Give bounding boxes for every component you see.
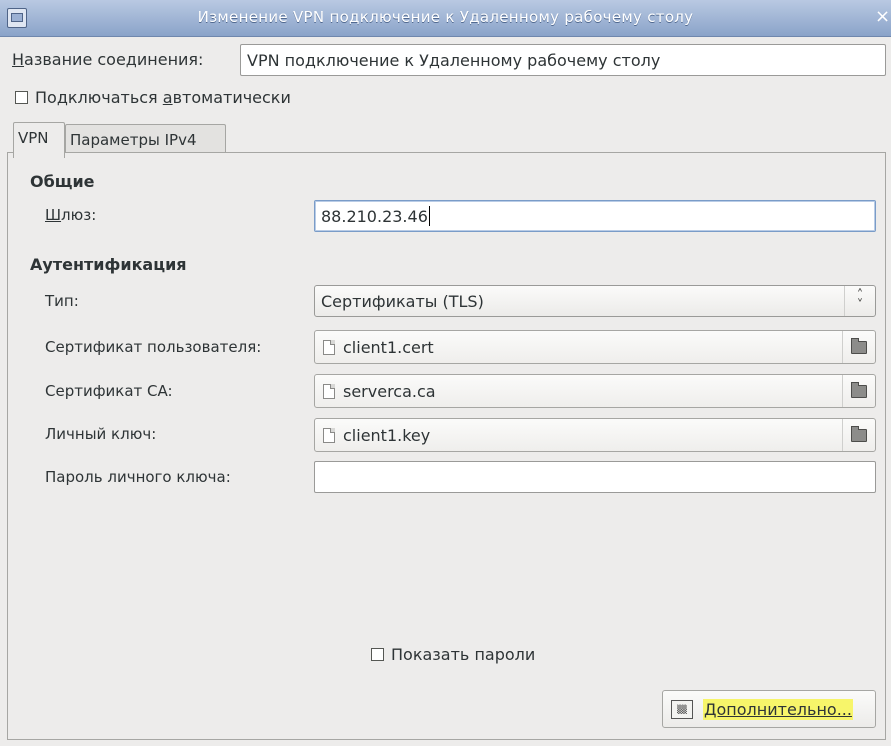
auto-connect-checkbox[interactable]: Подключаться автоматически (15, 88, 291, 107)
connection-name-value: VPN подключение к Удаленному рабочему ст… (247, 50, 661, 70)
show-passwords-checkbox[interactable]: Показать пароли (371, 645, 535, 664)
private-key-file: client1.key (343, 425, 431, 445)
text-caret (428, 206, 430, 226)
key-password-label: Пароль личного ключа: (45, 468, 231, 486)
auto-connect-label-b: втоматически (172, 88, 291, 107)
title-bar: Изменение VPN подключение к Удаленному р… (0, 0, 891, 37)
user-cert-chooser[interactable]: client1.cert (314, 330, 876, 364)
window-title: Изменение VPN подключение к Удаленному р… (197, 8, 694, 26)
close-icon[interactable]: × (875, 4, 891, 30)
auth-heading: Аутентификация (30, 255, 187, 274)
folder-icon (851, 337, 867, 354)
combo-arrow-icon: ˄ ˅ (844, 286, 875, 316)
ca-cert-folder-button[interactable] (842, 375, 875, 407)
private-key-label: Личный ключ: (45, 425, 157, 443)
auto-connect-box[interactable] (15, 91, 28, 104)
show-passwords-label: Показать пароли (391, 645, 536, 664)
auth-type-combo[interactable]: Сертификаты (TLS) ˄ ˅ (314, 285, 876, 317)
type-label: Тип: (45, 292, 79, 310)
connection-name-input[interactable]: VPN подключение к Удаленному рабочему ст… (240, 44, 886, 76)
gateway-label-text: люз: (61, 206, 97, 224)
ca-cert-file: serverca.ca (343, 381, 436, 401)
private-key-folder-button[interactable] (842, 419, 875, 451)
folder-icon (851, 381, 867, 398)
gateway-label: Шлюз: (45, 206, 96, 224)
tab-ipv4[interactable]: Параметры IPv4 (65, 124, 226, 153)
gateway-input[interactable]: 88.210.23.46 (314, 200, 876, 232)
ca-cert-chooser[interactable]: serverca.ca (314, 374, 876, 408)
key-password-input[interactable] (314, 461, 876, 493)
gateway-value: 88.210.23.46 (321, 206, 428, 226)
ca-cert-label: Сертификат CA: (45, 382, 173, 400)
connection-name-label: Название соединения: (12, 50, 203, 69)
connection-name-mnemonic: Н (12, 50, 25, 69)
file-icon (323, 427, 335, 443)
private-key-chooser[interactable]: client1.key (314, 418, 876, 452)
folder-icon (851, 425, 867, 442)
tab-vpn[interactable]: VPN (13, 122, 65, 158)
auto-connect-label: Подключаться автоматически (35, 88, 291, 107)
connection-name-label-text: азвание соединения: (24, 50, 204, 69)
gateway-mnemonic: Ш (45, 206, 62, 224)
user-cert-file: client1.cert (343, 337, 434, 357)
show-passwords-box[interactable] (371, 648, 384, 661)
file-icon (323, 339, 335, 355)
general-heading: Общие (30, 172, 95, 191)
auth-type-value: Сертификаты (TLS) (321, 291, 484, 311)
tab-vpn-label: VPN (18, 129, 49, 147)
user-cert-label: Сертификат пользователя: (45, 338, 262, 356)
auto-connect-label-a: Подключаться (35, 88, 163, 107)
auto-connect-mnemonic: а (162, 88, 173, 107)
advanced-button-label: Дополнительно... (703, 698, 853, 720)
advanced-button[interactable]: ▒▒ Дополнительно... (662, 690, 876, 728)
user-cert-folder-button[interactable] (842, 331, 875, 363)
file-icon (323, 383, 335, 399)
tab-ipv4-label: Параметры IPv4 (70, 131, 197, 149)
advanced-settings-icon: ▒▒ (671, 699, 693, 719)
